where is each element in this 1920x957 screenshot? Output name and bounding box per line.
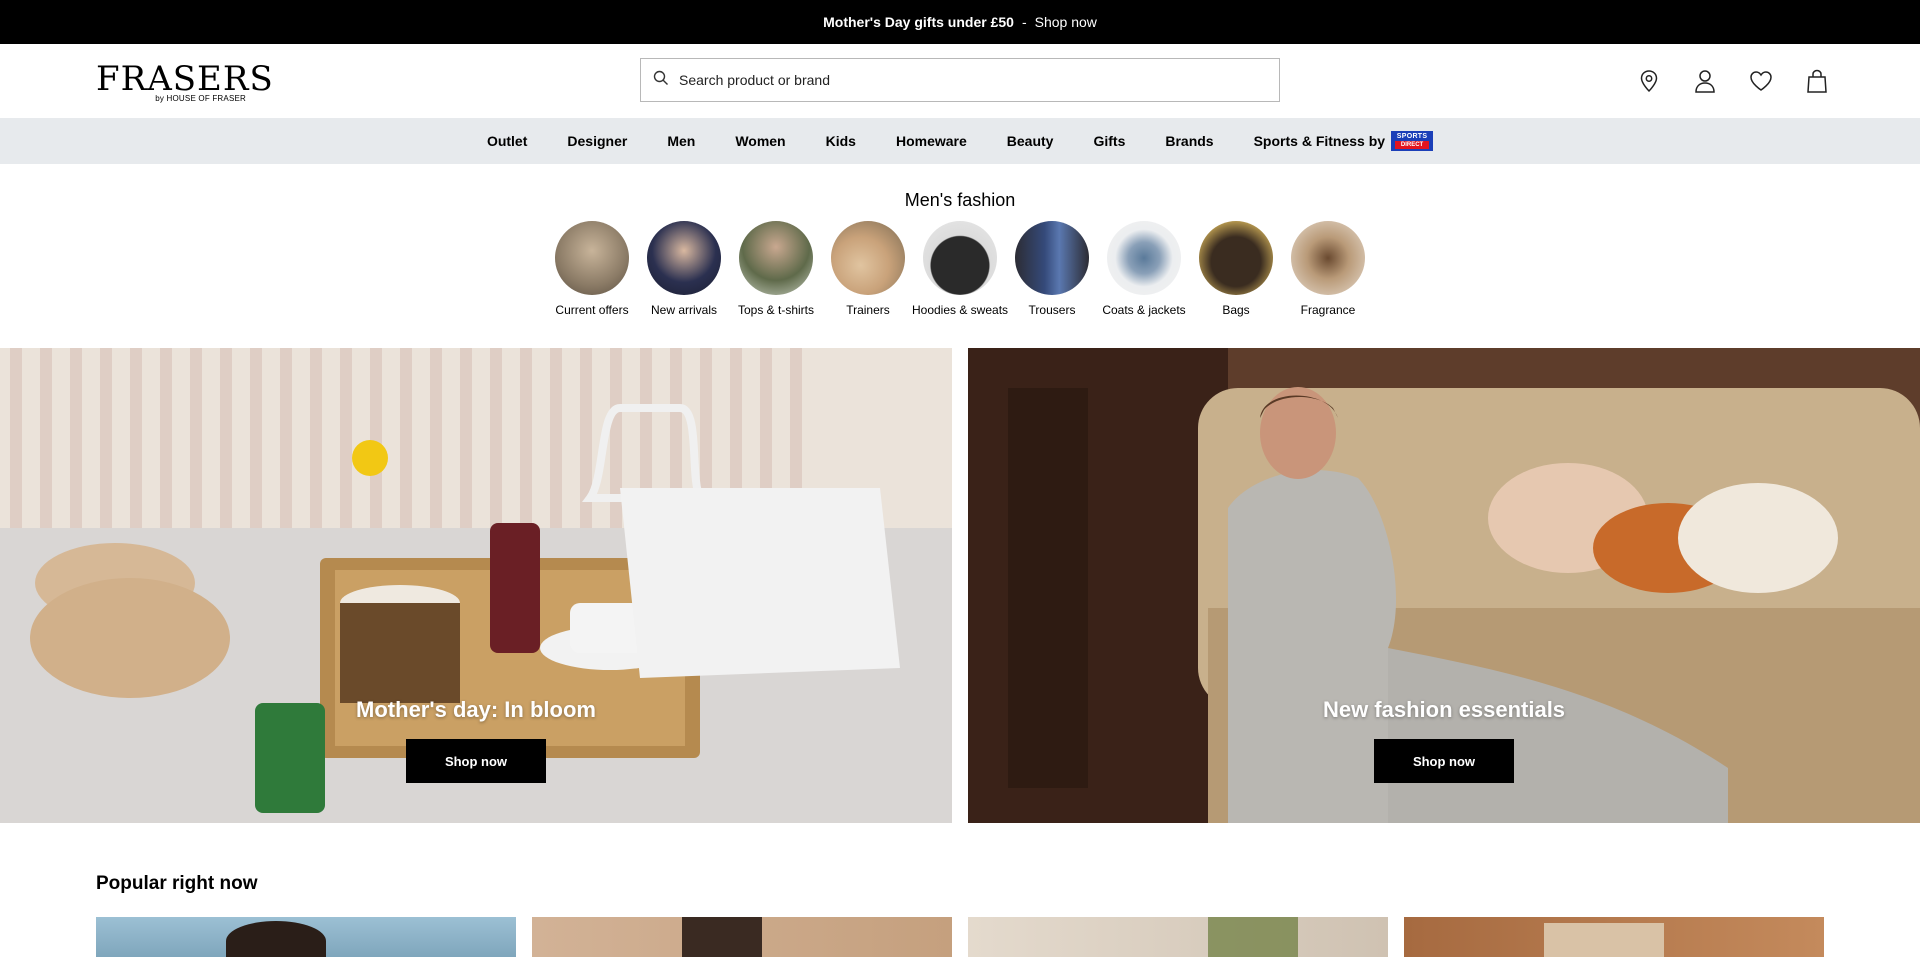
popular-tile[interactable]	[96, 917, 516, 957]
category-trainers[interactable]: Trainers	[822, 221, 914, 317]
hero-mothers-day-caption: Mother's day: In bloom	[356, 697, 596, 722]
popular-tile[interactable]	[1404, 917, 1824, 957]
hero-mothers-day-shop-now-button[interactable]: Shop now	[406, 739, 546, 783]
category-image	[555, 221, 629, 295]
nav-item-brands[interactable]: Brands	[1145, 133, 1233, 149]
hero-banners: Mother's day: In bloom Shop now New fash…	[0, 348, 1920, 823]
wishlist-icon[interactable]	[1748, 68, 1774, 94]
search-input[interactable]	[679, 72, 1279, 88]
category-tops-tshirts[interactable]: Tops & t-shirts	[730, 221, 822, 317]
nav-item-women[interactable]: Women	[715, 133, 805, 149]
category-label: Bags	[1222, 303, 1250, 317]
category-new-arrivals[interactable]: New arrivals	[638, 221, 730, 317]
category-image	[1107, 221, 1181, 295]
category-image	[1291, 221, 1365, 295]
popular-tile[interactable]	[968, 917, 1388, 957]
nav-item-beauty[interactable]: Beauty	[987, 133, 1074, 149]
category-section-title: Men's fashion	[904, 190, 1016, 210]
sports-direct-logo: SPORTS DIRECT	[1391, 131, 1434, 151]
category-current-offers[interactable]: Current offers	[546, 221, 638, 317]
category-label: Trainers	[846, 303, 890, 317]
promo-bar: Mother's Day gifts under £50 - Shop now	[0, 0, 1920, 44]
nav-item-kids[interactable]: Kids	[806, 133, 876, 149]
nav-item-outlet[interactable]: Outlet	[467, 133, 547, 149]
category-bags[interactable]: Bags	[1190, 221, 1282, 317]
promo-separator: -	[1021, 14, 1027, 30]
hero-fashion-essentials-shop-now-button[interactable]: Shop now	[1374, 739, 1514, 783]
promo-shop-now-link[interactable]: Shop now	[1035, 14, 1097, 30]
logo-wordmark: FRASERS	[96, 59, 274, 99]
nav-item-sports-fitness-label: Sports & Fitness by	[1253, 133, 1386, 149]
category-strip: Current offers New arrivals Tops & t-shi…	[0, 221, 1920, 317]
nav-item-men[interactable]: Men	[647, 133, 715, 149]
nav-item-gifts[interactable]: Gifts	[1073, 133, 1145, 149]
category-label: Current offers	[555, 303, 629, 317]
promo-text: Mother's Day gifts under £50	[823, 14, 1014, 30]
category-trousers[interactable]: Trousers	[1006, 221, 1098, 317]
frasers-logo[interactable]: FRASERS by HOUSE OF FRASER	[96, 59, 274, 103]
category-label: New arrivals	[650, 303, 717, 317]
category-fragrance[interactable]: Fragrance	[1282, 221, 1374, 317]
category-label: Hoodies & sweats	[911, 303, 1009, 317]
popular-section-title: Popular right now	[96, 873, 258, 894]
category-coats-jackets[interactable]: Coats & jackets	[1098, 221, 1190, 317]
hero-mothers-day[interactable]: Mother's day: In bloom Shop now	[0, 348, 952, 823]
category-image	[923, 221, 997, 295]
nav-item-sports-fitness[interactable]: Sports & Fitness by SPORTS DIRECT	[1234, 131, 1453, 151]
site-header: FRASERS by HOUSE OF FRASER	[0, 44, 1920, 118]
popular-tile[interactable]	[532, 917, 952, 957]
category-image	[1015, 221, 1089, 295]
nav-item-homeware[interactable]: Homeware	[876, 133, 987, 149]
category-image	[831, 221, 905, 295]
category-image	[739, 221, 813, 295]
search-icon	[653, 70, 669, 91]
category-label: Coats & jackets	[1102, 303, 1186, 317]
search-box[interactable]	[640, 58, 1280, 102]
location-icon[interactable]	[1636, 68, 1662, 94]
bag-icon[interactable]	[1804, 68, 1830, 94]
sports-direct-logo-bottom: DIRECT	[1395, 141, 1430, 149]
hero-fashion-essentials-caption: New fashion essentials	[1322, 697, 1566, 722]
category-label: Fragrance	[1300, 303, 1356, 317]
nav-item-designer[interactable]: Designer	[547, 133, 647, 149]
category-hoodies-sweats[interactable]: Hoodies & sweats	[911, 221, 1009, 317]
sports-direct-logo-top: SPORTS	[1396, 133, 1428, 140]
hero-fashion-essentials[interactable]: New fashion essentials Shop now	[968, 348, 1920, 823]
category-label: Tops & t-shirts	[737, 303, 815, 317]
header-icons	[1636, 68, 1830, 94]
category-image	[1199, 221, 1273, 295]
category-image	[647, 221, 721, 295]
popular-tiles	[96, 917, 1824, 957]
main-nav: Outlet Designer Men Women Kids Homeware …	[0, 118, 1920, 164]
account-icon[interactable]	[1692, 68, 1718, 94]
category-label: Trousers	[1028, 303, 1076, 317]
